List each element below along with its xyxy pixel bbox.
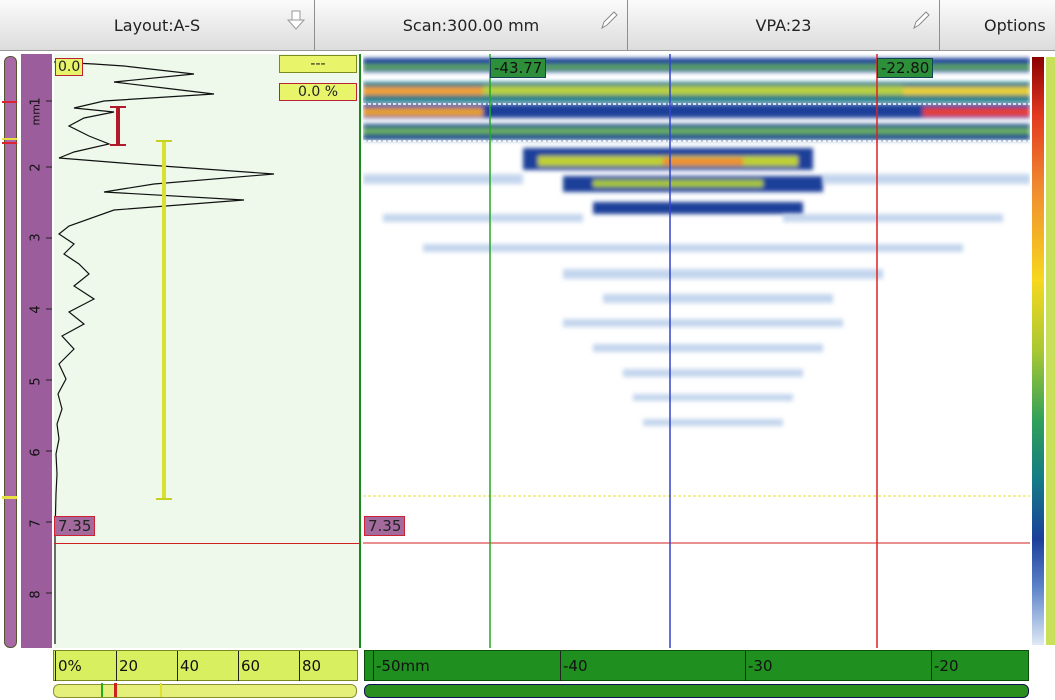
- ascan-cursor-readout: 7.35: [54, 516, 96, 536]
- scroll-marker-red: [2, 142, 17, 144]
- sscan-panel[interactable]: [363, 54, 1030, 648]
- gate-a-marker[interactable]: [116, 106, 120, 146]
- scan-label: Scan:300.00 mm: [402, 15, 540, 35]
- palette-ruler: [1046, 57, 1055, 645]
- gate-b-cap: [156, 498, 172, 500]
- layout-button[interactable]: Layout:A-S: [0, 0, 315, 50]
- index-axis: -50mm -40 -30 -20: [364, 650, 1029, 681]
- amplitude-tick-0: 0%: [55, 651, 82, 681]
- sscan-image: [363, 54, 1030, 648]
- toolbar: Layout:A-S Scan:300.00 mm VPA:23 Options: [0, 0, 1055, 51]
- index-scrollbar[interactable]: [364, 684, 1029, 698]
- ascan-waveform: [54, 61, 275, 644]
- amp-marker-green: [101, 683, 103, 697]
- index-tick-minus50: -50mm: [373, 651, 430, 681]
- amplitude-tick-80: 80: [299, 651, 321, 681]
- gate-a-cap: [110, 144, 126, 146]
- scan-button[interactable]: Scan:300.00 mm: [315, 0, 628, 50]
- gate-a-cap: [110, 106, 126, 108]
- depth-ruler: 1 mm 2 3 4 5 6 7 8: [21, 54, 52, 648]
- ascan-depth-cursor[interactable]: [54, 543, 359, 544]
- layout-label: Layout:A-S: [113, 15, 201, 35]
- amplitude-scrollbar[interactable]: [53, 684, 357, 698]
- ascan-panel[interactable]: [54, 54, 361, 648]
- gate-top-readout: 0.0: [55, 58, 84, 76]
- ruler-ticks: [46, 100, 52, 594]
- amplitude-readout: 0.0 %: [279, 83, 357, 101]
- amp-marker-yellow: [160, 683, 162, 697]
- color-palette-bar: [1032, 57, 1044, 645]
- download-arrow-icon: [286, 10, 306, 30]
- pencil-icon: [601, 11, 618, 30]
- amplitude-axis: 0% 20 40 60 80: [53, 650, 358, 681]
- depth-scrollbar[interactable]: [4, 56, 17, 648]
- pencil-icon: [913, 11, 930, 30]
- amplitude-tick-20: 20: [116, 651, 138, 681]
- gate-b-cap: [156, 140, 172, 142]
- gate-dash-readout: ---: [279, 55, 357, 73]
- scroll-marker-red: [2, 101, 17, 103]
- index-tick-minus40: -40: [560, 651, 588, 681]
- amplitude-tick-60: 60: [238, 651, 260, 681]
- options-label: Options: [984, 15, 1046, 35]
- gate-b-marker[interactable]: [162, 141, 166, 499]
- index-tick-minus20: -20: [931, 651, 959, 681]
- options-button[interactable]: Options: [940, 0, 1055, 50]
- scroll-marker-yellow: [2, 496, 17, 499]
- scroll-marker-yellow: [2, 138, 17, 140]
- index-tick-minus30: -30: [745, 651, 773, 681]
- amplitude-tick-40: 40: [177, 651, 199, 681]
- vpa-label: VPA:23: [755, 15, 812, 35]
- sscan-cursor-readout: 7.35: [364, 516, 406, 536]
- vpa-button[interactable]: VPA:23: [628, 0, 940, 50]
- amp-marker-red: [114, 683, 117, 697]
- left-cursor-readout: -43.77: [490, 58, 547, 78]
- right-cursor-readout: -22.80: [877, 58, 934, 78]
